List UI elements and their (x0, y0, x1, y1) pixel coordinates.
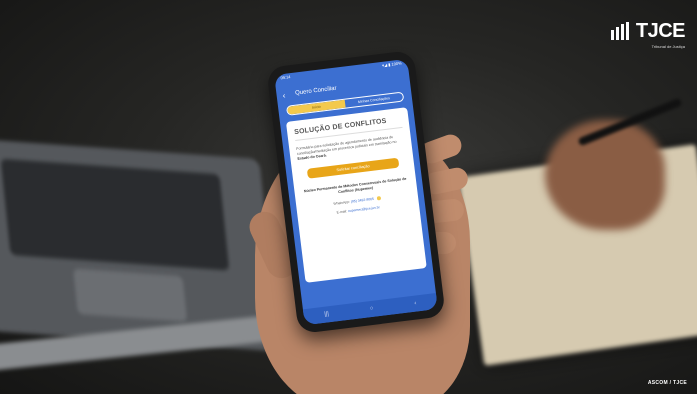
writing-hand (545, 120, 665, 230)
content-card: SOLUÇÃO DE CONFLITOS Formulário para sol… (285, 107, 427, 283)
back-nav-icon[interactable]: ‹ (414, 300, 417, 306)
app-title: Quero Conciliar (294, 85, 337, 97)
smartphone: 09:14 ▾◢ ▮ 100% ‹ Quero Conciliar Início… (266, 49, 446, 335)
email-label: E-mail: (336, 209, 348, 215)
photo-credit: ASCOM / TJCE (647, 380, 687, 386)
logo-subtitle: Tribunal de Justiça (651, 44, 685, 49)
whatsapp-label: WhatsApp: (333, 199, 351, 206)
photo-scene: 09:14 ▾◢ ▮ 100% ‹ Quero Conciliar Início… (0, 0, 697, 394)
menu-icon[interactable]: ||| (324, 311, 329, 318)
request-conciliation-button[interactable]: Solicitar conciliação (306, 157, 400, 179)
tjce-logo: TJCE Tribunal de Justiça (610, 20, 686, 49)
logo-text: TJCE (635, 20, 686, 42)
phone-screen: 09:14 ▾◢ ▮ 100% ‹ Quero Conciliar Início… (274, 58, 438, 326)
laptop-trackpad (73, 268, 188, 322)
arrow-left-icon[interactable]: ‹ (282, 90, 286, 99)
laptop-keyboard (0, 158, 230, 271)
status-time: 09:14 (280, 74, 291, 81)
columns-logo-icon (610, 22, 632, 40)
email-address[interactable]: nupemec@tjce.jus.br (348, 205, 380, 213)
home-icon[interactable]: ○ (370, 306, 374, 312)
whatsapp-number[interactable]: (85) 3492-8065 (351, 197, 375, 204)
whatsapp-icon (376, 196, 382, 201)
